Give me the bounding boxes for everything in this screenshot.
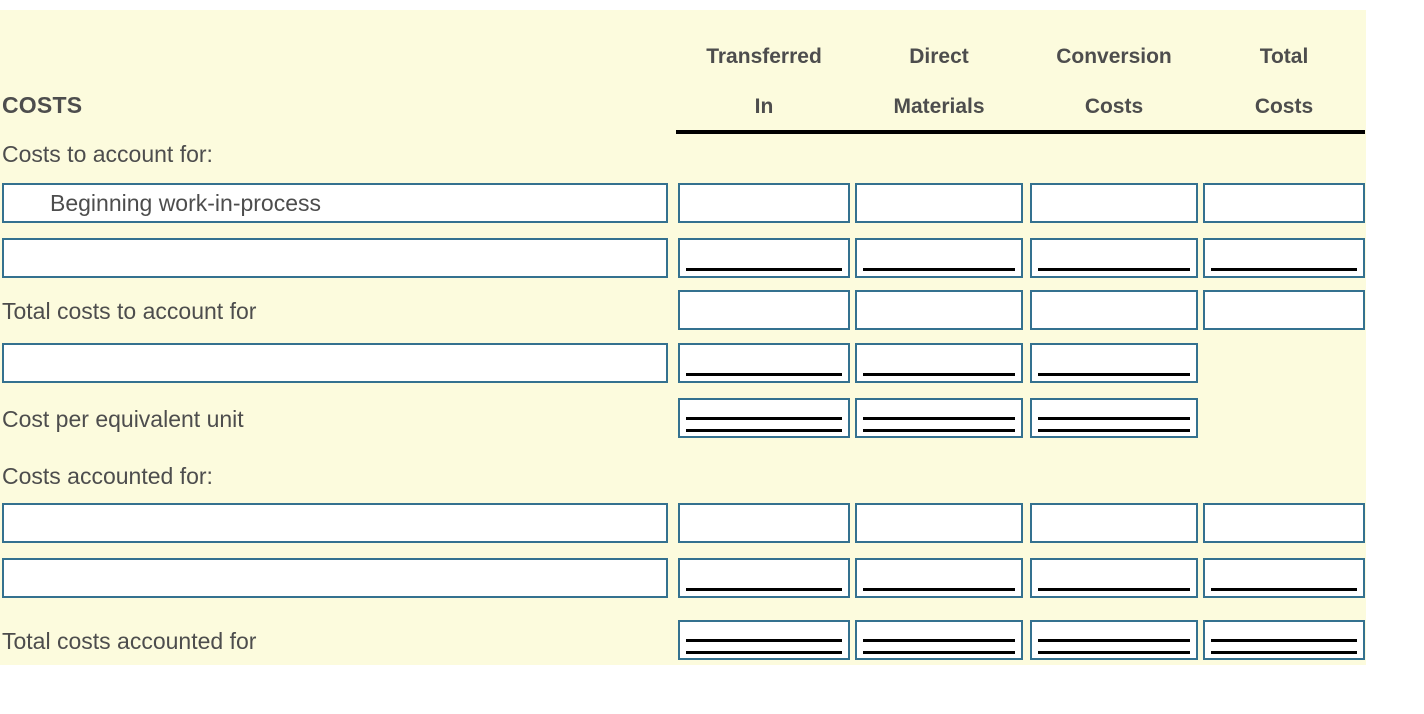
amount-input-r4-c1[interactable]: [855, 343, 1023, 383]
amount-input-r5-c0[interactable]: [678, 398, 850, 438]
worksheet-row: [0, 558, 1366, 600]
total-row-label: Total costs to account for: [2, 298, 257, 324]
amount-input-r1-c3[interactable]: [1203, 183, 1365, 223]
amount-input-r3-c3[interactable]: [1203, 290, 1365, 330]
column-header-conversion-costs-line2: Costs: [1084, 95, 1144, 118]
worksheet-header: COSTS Transferred In Direct Materials Co…: [0, 10, 1367, 134]
row-label-input-7[interactable]: [2, 503, 668, 543]
column-header-direct-materials-line2: Materials: [893, 95, 985, 118]
section-label: Costs accounted for:: [2, 463, 213, 489]
amount-input-r9-c1[interactable]: [855, 620, 1023, 660]
total-row-label: Total costs accounted for: [2, 628, 257, 654]
row-label-input-value: Beginning work-in-process: [50, 190, 322, 216]
column-header-transferred-in: Transferred In: [676, 44, 852, 119]
column-header-total-costs: Total Costs: [1201, 44, 1367, 119]
amount-input-r8-c3[interactable]: [1203, 558, 1365, 598]
column-header-conversion-costs-line1: Conversion: [1056, 45, 1172, 68]
amount-input-r7-c3[interactable]: [1203, 503, 1365, 543]
amount-input-r7-c1[interactable]: [855, 503, 1023, 543]
amount-input-r8-c0[interactable]: [678, 558, 850, 598]
column-header-transferred-in-line2: In: [754, 95, 774, 118]
column-header-conversion-costs: Conversion Costs: [1028, 44, 1200, 119]
amount-input-r5-c2[interactable]: [1030, 398, 1198, 438]
amount-input-r4-c2[interactable]: [1030, 343, 1198, 383]
amount-input-r2-c2[interactable]: [1030, 238, 1198, 278]
amount-input-r7-c0[interactable]: [678, 503, 850, 543]
worksheet-row: Cost per equivalent unit: [0, 398, 1366, 440]
amount-input-r3-c2[interactable]: [1030, 290, 1198, 330]
column-header-total-costs-line1: Total: [1259, 45, 1309, 68]
amount-input-r3-c0[interactable]: [678, 290, 850, 330]
amount-input-r3-c1[interactable]: [855, 290, 1023, 330]
column-header-transferred-in-line1: Transferred: [706, 45, 822, 68]
amount-input-r9-c2[interactable]: [1030, 620, 1198, 660]
amount-input-r8-c2[interactable]: [1030, 558, 1198, 598]
amount-input-r5-c1[interactable]: [855, 398, 1023, 438]
worksheet-row: [0, 238, 1366, 280]
amount-input-r9-c0[interactable]: [678, 620, 850, 660]
amount-input-r4-c0[interactable]: [678, 343, 850, 383]
worksheet-row: [0, 343, 1366, 385]
worksheet-row: Beginning work-in-process: [0, 183, 1366, 225]
amount-input-r7-c2[interactable]: [1030, 503, 1198, 543]
amount-input-r8-c1[interactable]: [855, 558, 1023, 598]
row-label-input-1[interactable]: Beginning work-in-process: [2, 183, 668, 223]
row-label-input-4[interactable]: [2, 343, 668, 383]
column-header-direct-materials: Direct Materials: [853, 44, 1025, 119]
amount-input-r1-c2[interactable]: [1030, 183, 1198, 223]
worksheet-row: Total costs accounted for: [0, 620, 1366, 662]
worksheet-row: [0, 503, 1366, 545]
row-label-input-2[interactable]: [2, 238, 668, 278]
amount-input-r1-c1[interactable]: [855, 183, 1023, 223]
page-title: COSTS: [2, 92, 83, 118]
total-row-label: Cost per equivalent unit: [2, 406, 244, 432]
amount-input-r2-c1[interactable]: [855, 238, 1023, 278]
column-header-direct-materials-line1: Direct: [909, 45, 969, 68]
amount-input-r2-c3[interactable]: [1203, 238, 1365, 278]
amount-input-r9-c3[interactable]: [1203, 620, 1365, 660]
cost-reconciliation-worksheet: COSTS Transferred In Direct Materials Co…: [0, 0, 1424, 714]
worksheet-row: Costs accounted for:: [0, 455, 1366, 497]
amount-input-r2-c0[interactable]: [678, 238, 850, 278]
section-label: Costs to account for:: [2, 141, 213, 167]
amount-input-r1-c0[interactable]: [678, 183, 850, 223]
worksheet-row: Total costs to account for: [0, 290, 1366, 332]
column-header-total-costs-line2: Costs: [1254, 95, 1314, 118]
row-label-input-8[interactable]: [2, 558, 668, 598]
worksheet-row: Costs to account for:: [0, 133, 1366, 175]
